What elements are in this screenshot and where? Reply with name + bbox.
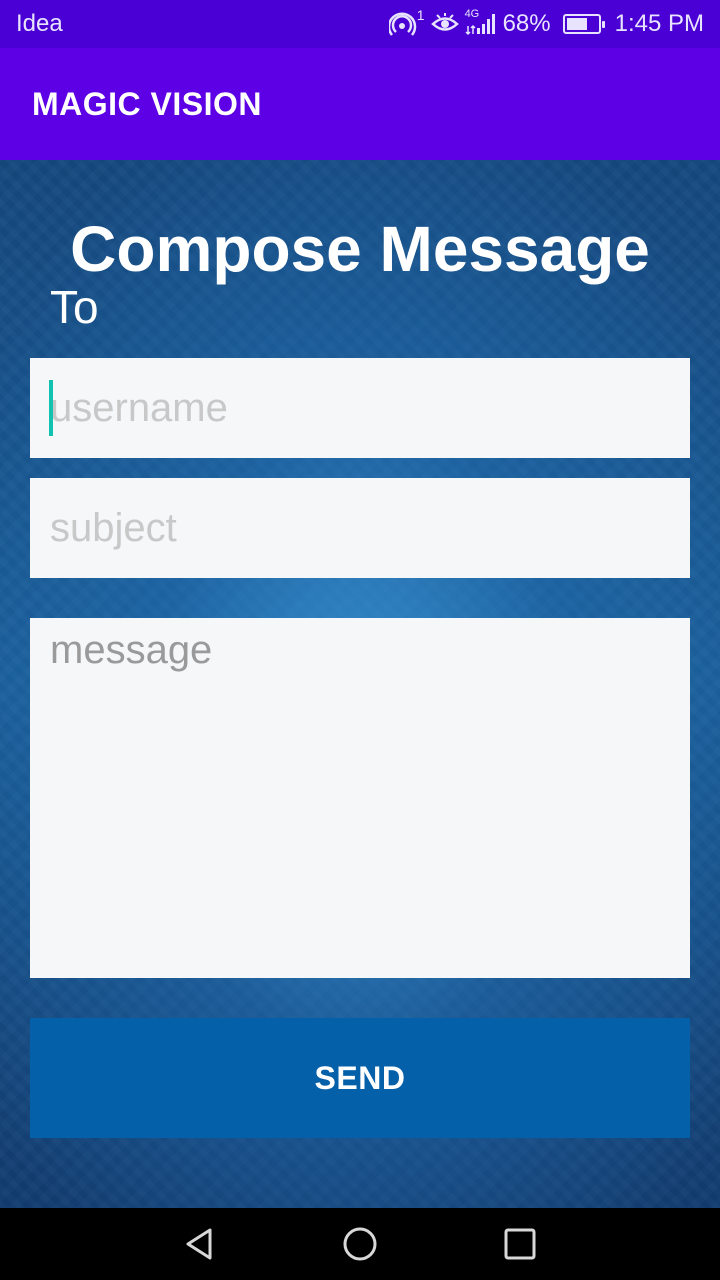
status-icons: 1 4G 68% 1:45 PM	[388, 7, 704, 38]
app-title: MAGIC VISION	[32, 85, 263, 122]
clock: 1:45 PM	[614, 10, 704, 37]
message-textarea[interactable]	[30, 618, 690, 978]
back-icon[interactable]	[182, 1226, 218, 1262]
battery-icon	[562, 14, 605, 34]
hotspot-icon: 1	[388, 7, 425, 37]
username-input[interactable]	[30, 358, 690, 458]
battery-percent: 68%	[502, 10, 551, 37]
navigation-bar	[0, 1208, 720, 1280]
send-button[interactable]: SEND	[30, 1018, 690, 1138]
network-type: 4G	[464, 8, 480, 20]
carrier-name: Idea	[16, 10, 63, 37]
page-title: Compose Message	[70, 213, 650, 285]
home-icon[interactable]	[342, 1226, 378, 1262]
signal-icon: 4G	[465, 8, 497, 36]
status-bar: Idea 1 4G 68% 1:45 PM	[0, 0, 720, 48]
hotspot-badge: 1	[416, 7, 425, 23]
app-bar: MAGIC VISION	[0, 48, 720, 160]
battery-fill	[566, 18, 587, 30]
compose-screen: Compose Message To SEND	[0, 160, 720, 1208]
subject-input[interactable]	[30, 478, 690, 578]
eye-icon	[430, 13, 459, 35]
recents-icon[interactable]	[502, 1226, 538, 1262]
to-label: To	[50, 281, 99, 333]
text-cursor	[49, 380, 53, 436]
